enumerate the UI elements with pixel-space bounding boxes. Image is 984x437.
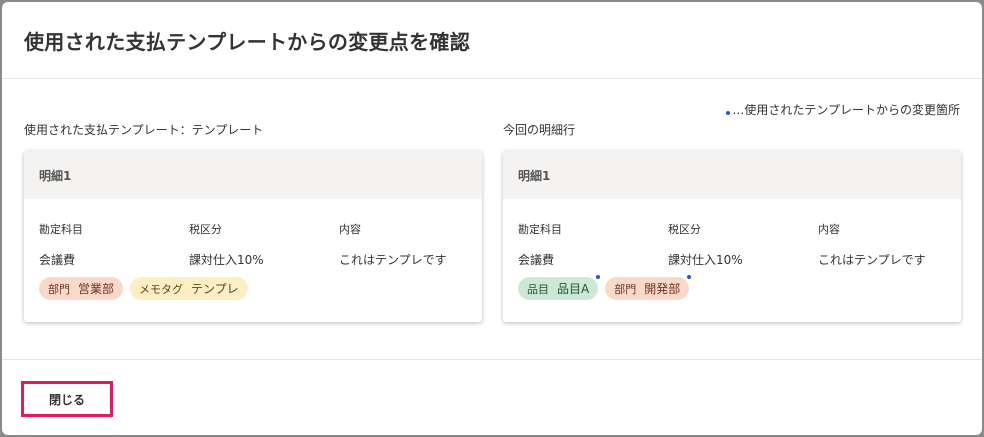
tag-key: 品目 <box>527 282 549 296</box>
field-label: 内容 <box>339 223 361 236</box>
current-detail-card: 明細1 勘定科目 会議費 税区分 課対仕入10% 内容 これはテンプレです 品目 <box>503 151 961 322</box>
close-button[interactable]: 閉じる <box>21 381 113 417</box>
card-fields: 勘定科目 会議費 税区分 課対仕入10% 内容 これはテンプレです <box>39 221 482 281</box>
tag-value: 営業部 <box>78 282 115 296</box>
current-column-label: 今回の明細行 <box>503 123 576 137</box>
field-value: 課対仕入10% <box>668 253 743 267</box>
template-detail-card: 明細1 勘定科目 会議費 税区分 課対仕入10% 内容 これはテンプレです 部門 <box>24 151 482 322</box>
card-tags: 部門 営業部 メモタグ テンプレ <box>39 277 248 300</box>
legend-text: …使用されたテンプレートからの変更箇所 <box>732 103 960 117</box>
dialog-body: …使用されたテンプレートからの変更箇所 使用された支払テンプレート：テンプレート… <box>2 79 982 359</box>
tag-value: 品目A <box>557 282 590 296</box>
memo-tag: メモタグ テンプレ <box>130 277 248 300</box>
card-title: 明細1 <box>503 151 961 199</box>
change-review-dialog: 使用された支払テンプレートからの変更点を確認 …使用されたテンプレートからの変更… <box>2 2 982 435</box>
field-label: 勘定科目 <box>39 223 83 236</box>
tag-key: 部門 <box>48 282 70 296</box>
tag-value: 開発部 <box>644 282 681 296</box>
field-value: これはテンプレです <box>339 253 447 267</box>
field-description: 内容 これはテンプレです <box>339 221 447 268</box>
department-tag: 部門 営業部 <box>39 277 124 300</box>
field-value: 会議費 <box>518 253 555 267</box>
field-tax: 税区分 課対仕入10% <box>189 221 264 268</box>
template-column-label: 使用された支払テンプレート：テンプレート <box>24 123 264 137</box>
dialog-title: 使用された支払テンプレートからの変更点を確認 <box>24 29 470 54</box>
field-account: 勘定科目 会議費 <box>518 221 562 268</box>
field-value: 課対仕入10% <box>189 253 264 267</box>
field-tax: 税区分 課対仕入10% <box>668 221 743 268</box>
card-fields: 勘定科目 会議費 税区分 課対仕入10% 内容 これはテンプレです <box>518 221 961 281</box>
field-label: 税区分 <box>189 223 222 236</box>
tag-value: テンプレ <box>191 282 239 296</box>
change-legend: …使用されたテンプレートからの変更箇所 <box>726 101 960 118</box>
tag-key: 部門 <box>614 282 637 296</box>
change-marker-dot-icon <box>726 110 731 115</box>
item-tag: 品目 品目A <box>518 275 601 300</box>
field-label: 税区分 <box>668 223 701 236</box>
field-label: 内容 <box>818 223 840 236</box>
change-marker-dot-icon <box>596 275 601 279</box>
department-tag: 部門 開発部 <box>605 275 692 300</box>
field-account: 勘定科目 会議費 <box>39 221 83 268</box>
field-description: 内容 これはテンプレです <box>818 221 926 268</box>
card-tags: 品目 品目A 部門 開発部 <box>518 275 692 300</box>
tag-key: メモタグ <box>139 282 184 296</box>
dialog-footer: 閉じる <box>2 359 982 435</box>
field-value: 会議費 <box>39 253 76 267</box>
dialog-header: 使用された支払テンプレートからの変更点を確認 <box>2 2 982 79</box>
card-title: 明細1 <box>24 151 482 199</box>
field-value: これはテンプレです <box>818 253 926 267</box>
field-label: 勘定科目 <box>518 223 562 236</box>
